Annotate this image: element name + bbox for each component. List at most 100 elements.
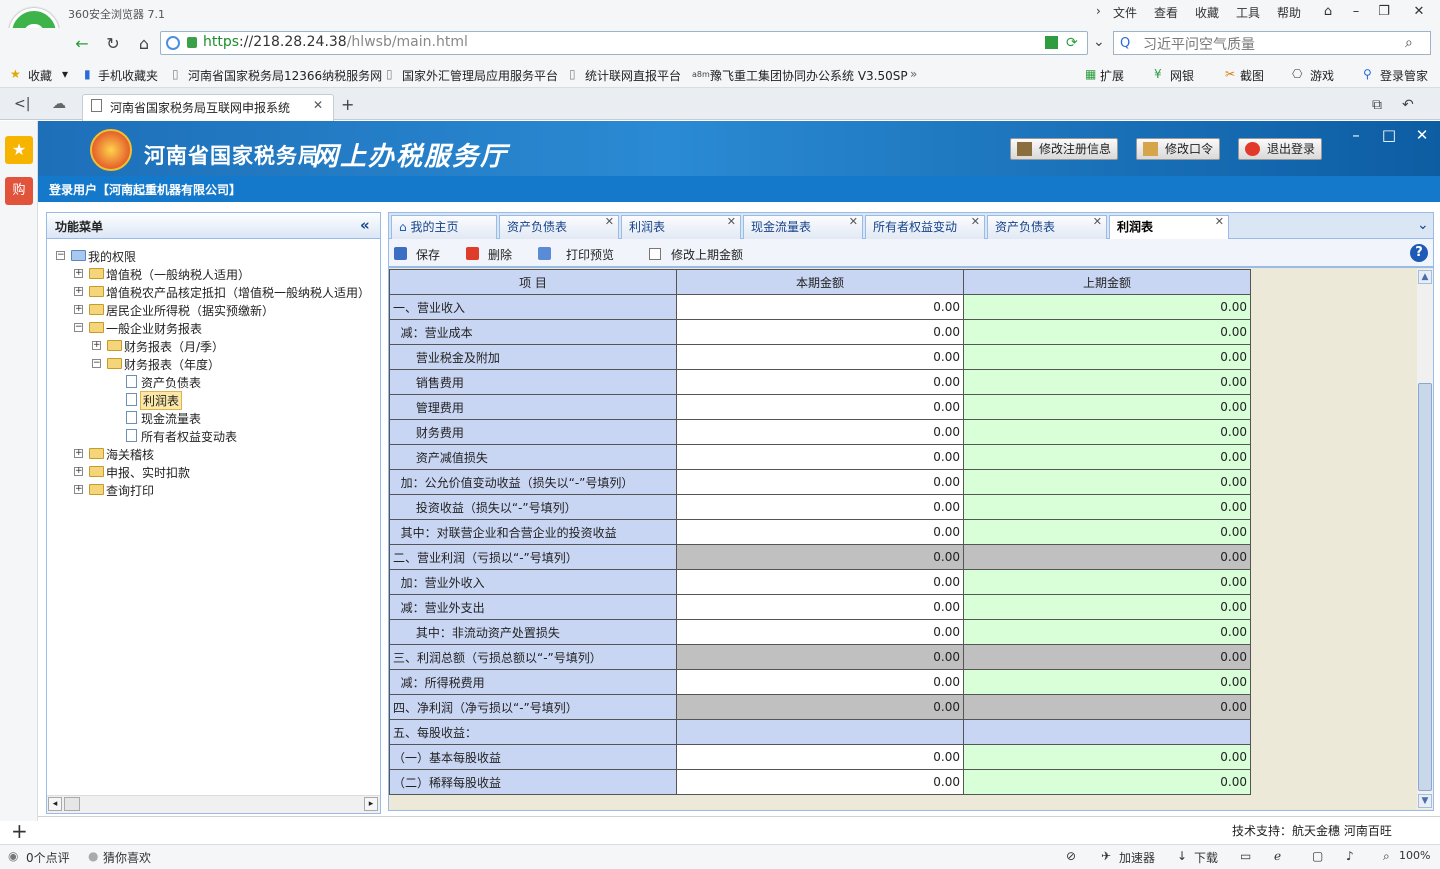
zoom-level[interactable]: 100% <box>1399 849 1430 862</box>
help-icon[interactable]: ? <box>1410 244 1428 262</box>
fav-stats[interactable]: 统计联网直报平台 <box>585 67 681 84</box>
new-tab-icon[interactable]: + <box>341 95 354 114</box>
search-input[interactable]: 习近平问空气质量 <box>1143 34 1255 54</box>
tool-games[interactable]: 游戏 <box>1310 67 1334 84</box>
previous-amount-cell[interactable]: 0.00 <box>963 419 1251 445</box>
tab-balance-sheet[interactable]: 资产负债表 ✕ <box>499 215 619 239</box>
menu-help[interactable]: 帮助 <box>1277 4 1301 21</box>
expand-toggle-icon[interactable]: + <box>74 305 83 314</box>
scroll-right-icon[interactable]: ▸ <box>364 797 378 811</box>
scroll-up-icon[interactable]: ▲ <box>1418 270 1432 284</box>
current-amount-cell[interactable]: 0.00 <box>676 344 964 370</box>
scroll-left-icon[interactable]: ◂ <box>48 797 62 811</box>
current-amount-cell[interactable]: 0.00 <box>676 569 964 595</box>
search-icon[interactable]: ⌕ <box>1405 35 1413 51</box>
scroll-thumb[interactable] <box>1418 383 1432 791</box>
dropdown-chevron-icon[interactable]: ⌄ <box>1093 34 1105 50</box>
expand-toggle-icon[interactable]: + <box>74 485 83 494</box>
previous-amount-cell[interactable] <box>963 719 1251 745</box>
close-tab-icon[interactable]: ✕ <box>605 211 614 233</box>
menu-view[interactable]: 查看 <box>1154 4 1178 21</box>
previous-amount-cell[interactable]: 0.00 <box>963 669 1251 695</box>
site-maximize-icon[interactable]: □ <box>1377 124 1401 146</box>
ie-icon[interactable]: ℯ <box>1274 849 1281 863</box>
menu-horizontal-scrollbar[interactable] <box>47 795 380 813</box>
fav-oa[interactable]: 豫飞重工集团协同办公系统 V3.50SP <box>710 67 908 84</box>
fav-12366[interactable]: 河南省国家税务局12366纳税服务网 <box>188 67 382 84</box>
comments-count[interactable]: 0个点评 <box>26 849 70 866</box>
fav-forex[interactable]: 国家外汇管理局应用服务平台 <box>402 67 558 84</box>
menu-file[interactable]: 文件 <box>1113 4 1137 21</box>
current-amount-cell[interactable]: 0.00 <box>676 769 964 795</box>
edit-registration-button[interactable]: 修改注册信息 <box>1010 138 1119 160</box>
previous-amount-cell[interactable]: 0.00 <box>963 394 1251 420</box>
tab-balance-sheet-2[interactable]: 资产负债表 ✕ <box>987 215 1107 239</box>
fav-mobile[interactable]: 手机收藏夹 <box>98 67 158 84</box>
previous-amount-cell[interactable]: 0.00 <box>963 369 1251 395</box>
tool-login-manager[interactable]: 登录管家 <box>1380 67 1428 84</box>
previous-amount-cell[interactable]: 0.00 <box>963 319 1251 345</box>
back-icon[interactable]: ← <box>71 33 93 55</box>
close-tab-icon[interactable]: ✕ <box>1215 211 1224 233</box>
tab-equity-changes[interactable]: 所有者权益变动 ✕ <box>865 215 985 239</box>
current-amount-cell[interactable]: 0.00 <box>676 669 964 695</box>
tab-list-icon[interactable]: ⧉ <box>1372 97 1382 113</box>
menu-tools[interactable]: 工具 <box>1236 4 1260 21</box>
collapse-icon[interactable]: « <box>360 216 370 234</box>
previous-amount-cell[interactable]: 0.00 <box>963 744 1251 770</box>
close-tab-icon[interactable]: ✕ <box>727 211 736 233</box>
cloud-icon[interactable]: ☁ <box>52 96 66 112</box>
menu-favorites[interactable]: 收藏 <box>1195 4 1219 21</box>
qrcode-icon[interactable] <box>1045 36 1058 49</box>
tool-bank[interactable]: 网银 <box>1170 67 1194 84</box>
previous-amount-cell[interactable]: 0.00 <box>963 519 1251 545</box>
compat-mode-icon[interactable]: ⟳ <box>1066 35 1078 51</box>
current-amount-cell[interactable]: 0.00 <box>676 419 964 445</box>
close-tab-icon[interactable]: ✕ <box>1093 211 1102 233</box>
current-amount-cell[interactable]: 0.00 <box>676 744 964 770</box>
tab-income-statement-active[interactable]: 利润表 ✕ <box>1109 215 1229 239</box>
accelerator-button[interactable]: 加速器 <box>1119 849 1155 866</box>
fav-collect[interactable]: 收藏 <box>28 67 52 84</box>
expand-toggle-icon[interactable]: + <box>92 341 101 350</box>
close-icon[interactable]: ✕ <box>1407 2 1431 22</box>
previous-amount-cell[interactable]: 0.00 <box>963 444 1251 470</box>
security-status-icon[interactable]: ⊘ <box>1066 849 1076 863</box>
more-icon[interactable]: » <box>910 67 917 81</box>
current-amount-cell[interactable]: 0.00 <box>676 394 964 420</box>
previous-amount-cell[interactable]: 0.00 <box>963 569 1251 595</box>
favorite-star-icon[interactable]: ★ <box>5 136 33 164</box>
url-text[interactable]: https://218.28.24.38/hlwsb/main.html <box>203 34 468 50</box>
search-engine-icon[interactable]: Q <box>1120 36 1130 51</box>
expand-toggle-icon[interactable]: + <box>74 269 83 278</box>
current-amount-cell[interactable]: 0.00 <box>676 319 964 345</box>
tab-home[interactable]: ⌂ 我的主页 <box>391 215 497 239</box>
expand-toggle-icon[interactable]: + <box>74 467 83 476</box>
refresh-icon[interactable]: ↻ <box>102 33 124 55</box>
close-tab-icon[interactable]: ✕ <box>849 211 858 233</box>
current-amount-cell[interactable]: 0.00 <box>676 294 964 320</box>
previous-amount-cell[interactable]: 0.00 <box>963 344 1251 370</box>
close-tab-icon[interactable]: ✕ <box>313 98 323 112</box>
previous-amount-cell[interactable]: 0.00 <box>963 294 1251 320</box>
tab-menu-icon[interactable]: ⌄ <box>1417 217 1429 233</box>
skin-icon[interactable]: ⌂ <box>1316 2 1340 22</box>
change-password-button[interactable]: 修改口令 <box>1136 138 1221 160</box>
previous-amount-cell[interactable]: 0.00 <box>963 469 1251 495</box>
current-amount-cell[interactable]: 0.00 <box>676 619 964 645</box>
sound-icon[interactable]: ♪ <box>1346 849 1354 863</box>
guess-you-like[interactable]: 猜你喜欢 <box>103 849 151 866</box>
download-button[interactable]: 下载 <box>1194 849 1218 866</box>
scroll-thumb[interactable] <box>64 797 80 811</box>
current-amount-cell[interactable]: 0.00 <box>676 444 964 470</box>
undo-close-icon[interactable]: ↶ <box>1402 97 1414 113</box>
expand-toggle-icon[interactable]: + <box>74 287 83 296</box>
scroll-down-icon[interactable]: ▼ <box>1418 794 1432 808</box>
tool-screenshot[interactable]: 截图 <box>1240 67 1264 84</box>
home-icon[interactable]: ⌂ <box>133 33 155 55</box>
previous-amount-cell[interactable]: 0.00 <box>963 594 1251 620</box>
logout-button[interactable]: 退出登录 <box>1238 138 1323 160</box>
current-amount-cell[interactable]: 0.00 <box>676 519 964 545</box>
tab-income-statement[interactable]: 利润表 ✕ <box>621 215 741 239</box>
current-amount-cell[interactable]: 0.00 <box>676 494 964 520</box>
